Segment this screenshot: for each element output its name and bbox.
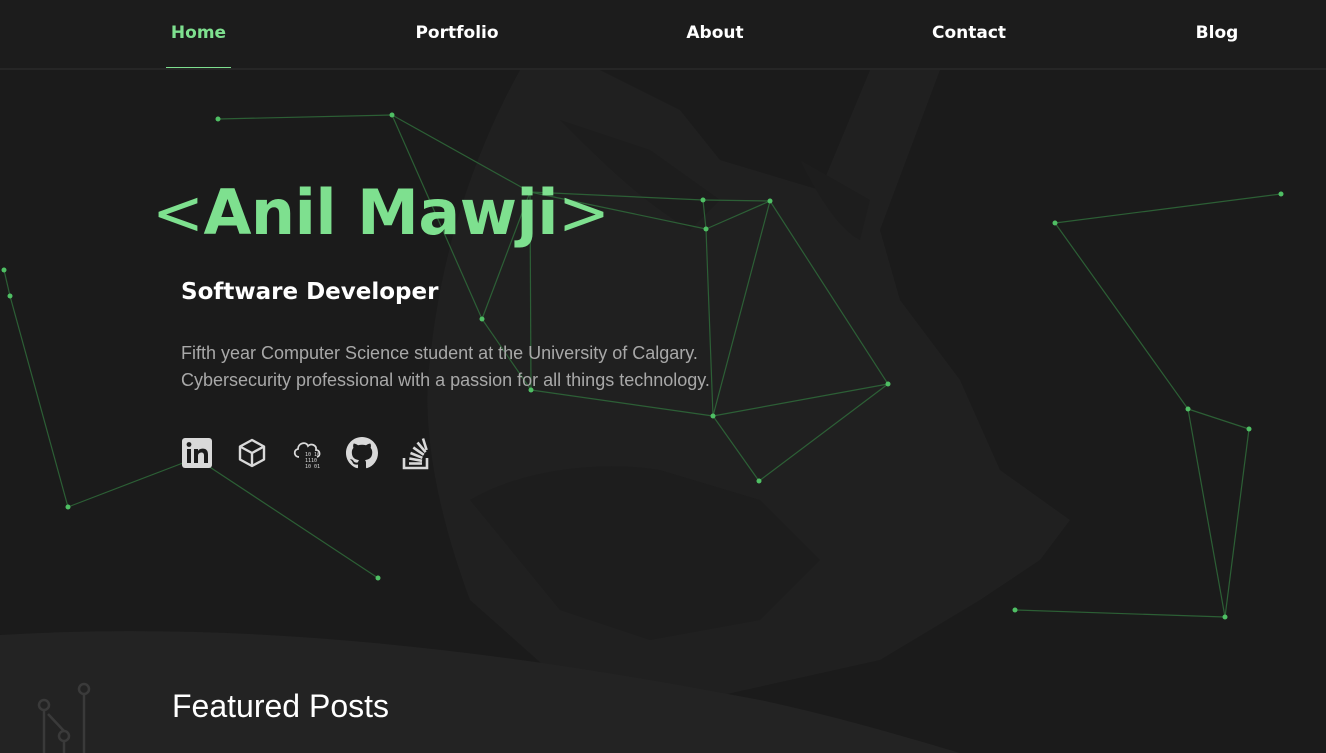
cube-icon bbox=[238, 438, 266, 468]
featured-posts-heading: Featured Posts bbox=[172, 688, 389, 724]
linkedin-link[interactable] bbox=[181, 437, 213, 471]
cube-link[interactable] bbox=[236, 437, 268, 471]
nav-blog[interactable]: Blog bbox=[1191, 0, 1243, 68]
cloud-binary-icon: 10 10 1110 10 01 bbox=[293, 442, 321, 470]
nav-home[interactable]: Home bbox=[166, 0, 231, 68]
open-bracket: < bbox=[152, 176, 204, 249]
linkedin-icon bbox=[182, 438, 212, 468]
hero-role: Software Developer bbox=[181, 279, 439, 305]
hero-description-line-1: Fifth year Computer Science student at t… bbox=[181, 343, 698, 363]
nav-about[interactable]: About bbox=[683, 0, 747, 68]
nav-portfolio[interactable]: Portfolio bbox=[412, 0, 502, 68]
stackoverflow-link[interactable] bbox=[401, 437, 433, 471]
hero-description-line-2: Cybersecurity professional with a passio… bbox=[181, 370, 710, 390]
nav-contact[interactable]: Contact bbox=[929, 0, 1009, 68]
circuit-icon bbox=[37, 682, 91, 753]
close-bracket: > bbox=[557, 176, 610, 249]
hero-description: Fifth year Computer Science student at t… bbox=[181, 340, 710, 394]
cloud-binary-link[interactable]: 10 10 1110 10 01 bbox=[291, 437, 323, 471]
svg-text:10 01: 10 01 bbox=[305, 464, 320, 470]
github-icon bbox=[346, 437, 378, 469]
github-link[interactable] bbox=[346, 437, 378, 471]
hero-name-heading: <Anil Mawji> bbox=[152, 176, 610, 249]
top-navigation: Home Portfolio About Contact Blog bbox=[0, 0, 1326, 70]
hero-name-text: Anil Mawji bbox=[203, 176, 558, 249]
stackoverflow-icon bbox=[402, 438, 429, 470]
